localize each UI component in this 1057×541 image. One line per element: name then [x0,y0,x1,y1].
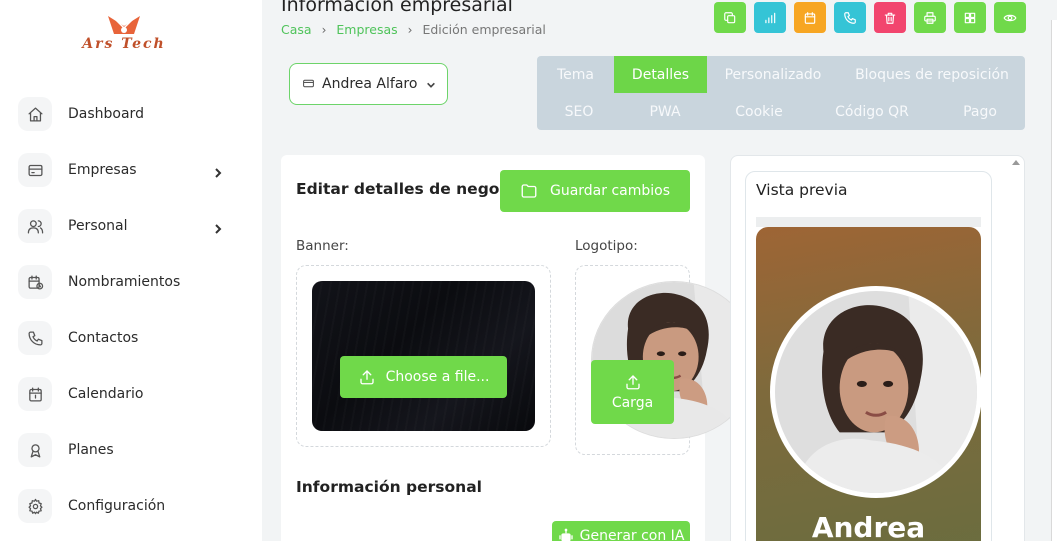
chevron-right-icon [212,220,224,234]
sidebar-item-label: Personal [68,218,128,234]
trash-icon [884,12,896,24]
sidebar-item-label: Dashboard [68,106,144,122]
edit-details-title: Editar detalles de negocio: [296,180,531,198]
home-icon [18,97,52,131]
delete-button[interactable] [874,2,906,33]
eye-icon [1003,14,1017,21]
tab-cookie[interactable]: Cookie [717,93,801,130]
breadcrumb-separator-icon: › [407,22,413,37]
sidebar-item-nombramientos[interactable]: Nombramientos [18,262,238,302]
upload-icon [359,370,374,385]
grid-button[interactable] [954,2,986,33]
grid-icon [964,12,976,23]
preview-scrollbar[interactable] [1010,157,1024,541]
tab-pwa[interactable]: PWA [631,93,699,130]
personal-info-title: Información personal [296,478,482,496]
save-changes-button[interactable]: Guardar cambios [500,170,690,212]
sidebar-item-empresas[interactable]: Empresas [18,150,238,190]
sidebar-item-label: Configuración [68,498,166,514]
sidebar-item-label: Nombramientos [68,274,181,290]
choose-file-label: Choose a file... [385,369,490,385]
generate-ai-label: Generar con IA [579,528,685,541]
tab-bar: Tema Detalles Personalizado Bloques de r… [537,56,1025,130]
calendar-clock-icon [18,265,52,299]
page-title: Información empresarial [281,0,513,16]
phone-icon [844,11,856,24]
folder-icon [521,184,537,198]
upload-label: Carga [611,395,654,411]
id-card-icon [302,75,315,94]
sidebar-item-label: Empresas [68,162,137,178]
card-icon [18,153,52,187]
sidebar-item-planes[interactable]: Planes [18,430,238,470]
brand-logo[interactable]: Ars Tech [48,14,200,58]
tab-detalles[interactable]: Detalles [614,56,707,93]
preview-avatar [770,286,982,498]
phone-icon [18,321,52,355]
choose-file-button[interactable]: Choose a file... [340,356,507,398]
calendar-icon [18,377,52,411]
user-select[interactable]: Andrea Alfaro [289,63,448,105]
calendar-icon [804,11,816,24]
gear-icon [18,489,52,523]
sidebar: Ars Tech Dashboard Empresas Personal Nom… [0,0,262,541]
preview-button[interactable] [994,2,1026,33]
chart-icon [765,12,776,23]
upload-logo-button[interactable]: Carga [591,360,674,424]
window-edge [1051,20,1057,541]
breadcrumb-separator-icon: › [321,22,327,37]
users-icon [18,209,52,243]
generate-ai-button[interactable]: Generar con IA [552,521,690,541]
chevron-down-icon [424,75,436,94]
tab-codigo-qr[interactable]: Código QR [819,93,925,130]
print-icon [924,11,936,24]
sidebar-item-calendario[interactable]: Calendario [18,374,238,414]
sidebar-item-label: Contactos [68,330,139,346]
save-changes-label: Guardar cambios [549,183,671,199]
scroll-up-arrow-icon[interactable] [1012,160,1020,165]
logo-text: Ars Tech [82,36,166,52]
tab-pago[interactable]: Pago [943,93,1017,130]
copy-button[interactable] [714,2,746,33]
sidebar-item-label: Calendario [68,386,144,402]
breadcrumb-current: Edición empresarial [422,22,546,37]
tab-bloques-de-reposicion[interactable]: Bloques de reposición [839,56,1025,93]
tab-tema[interactable]: Tema [545,56,606,93]
upload-icon [625,375,640,390]
chevron-right-icon [212,164,224,178]
banner-label: Banner: [296,238,349,254]
tab-seo[interactable]: SEO [545,93,613,130]
breadcrumb: Casa › Empresas › Edición empresarial [281,22,546,37]
breadcrumb-link-empresas[interactable]: Empresas [336,22,397,37]
contacts-button[interactable] [834,2,866,33]
preview-title: Vista previa [756,181,848,199]
sidebar-item-dashboard[interactable]: Dashboard [18,94,238,134]
breadcrumb-link-home[interactable]: Casa [281,22,312,37]
logo-label: Logotipo: [575,238,638,254]
analytics-button[interactable] [754,2,786,33]
robot-icon [558,528,573,541]
tab-personalizado[interactable]: Personalizado [715,56,831,93]
user-select-value: Andrea Alfaro [322,76,418,92]
sidebar-item-personal[interactable]: Personal [18,206,238,246]
sidebar-item-label: Planes [68,442,114,458]
print-button[interactable] [914,2,946,33]
preview-header-band [756,217,981,227]
sidebar-item-configuracion[interactable]: Configuración [18,486,238,526]
preview-name: Andrea [811,511,926,541]
sidebar-item-contactos[interactable]: Contactos [18,318,238,358]
copy-icon [724,11,736,23]
calendar-button[interactable] [794,2,826,33]
award-icon [18,433,52,467]
